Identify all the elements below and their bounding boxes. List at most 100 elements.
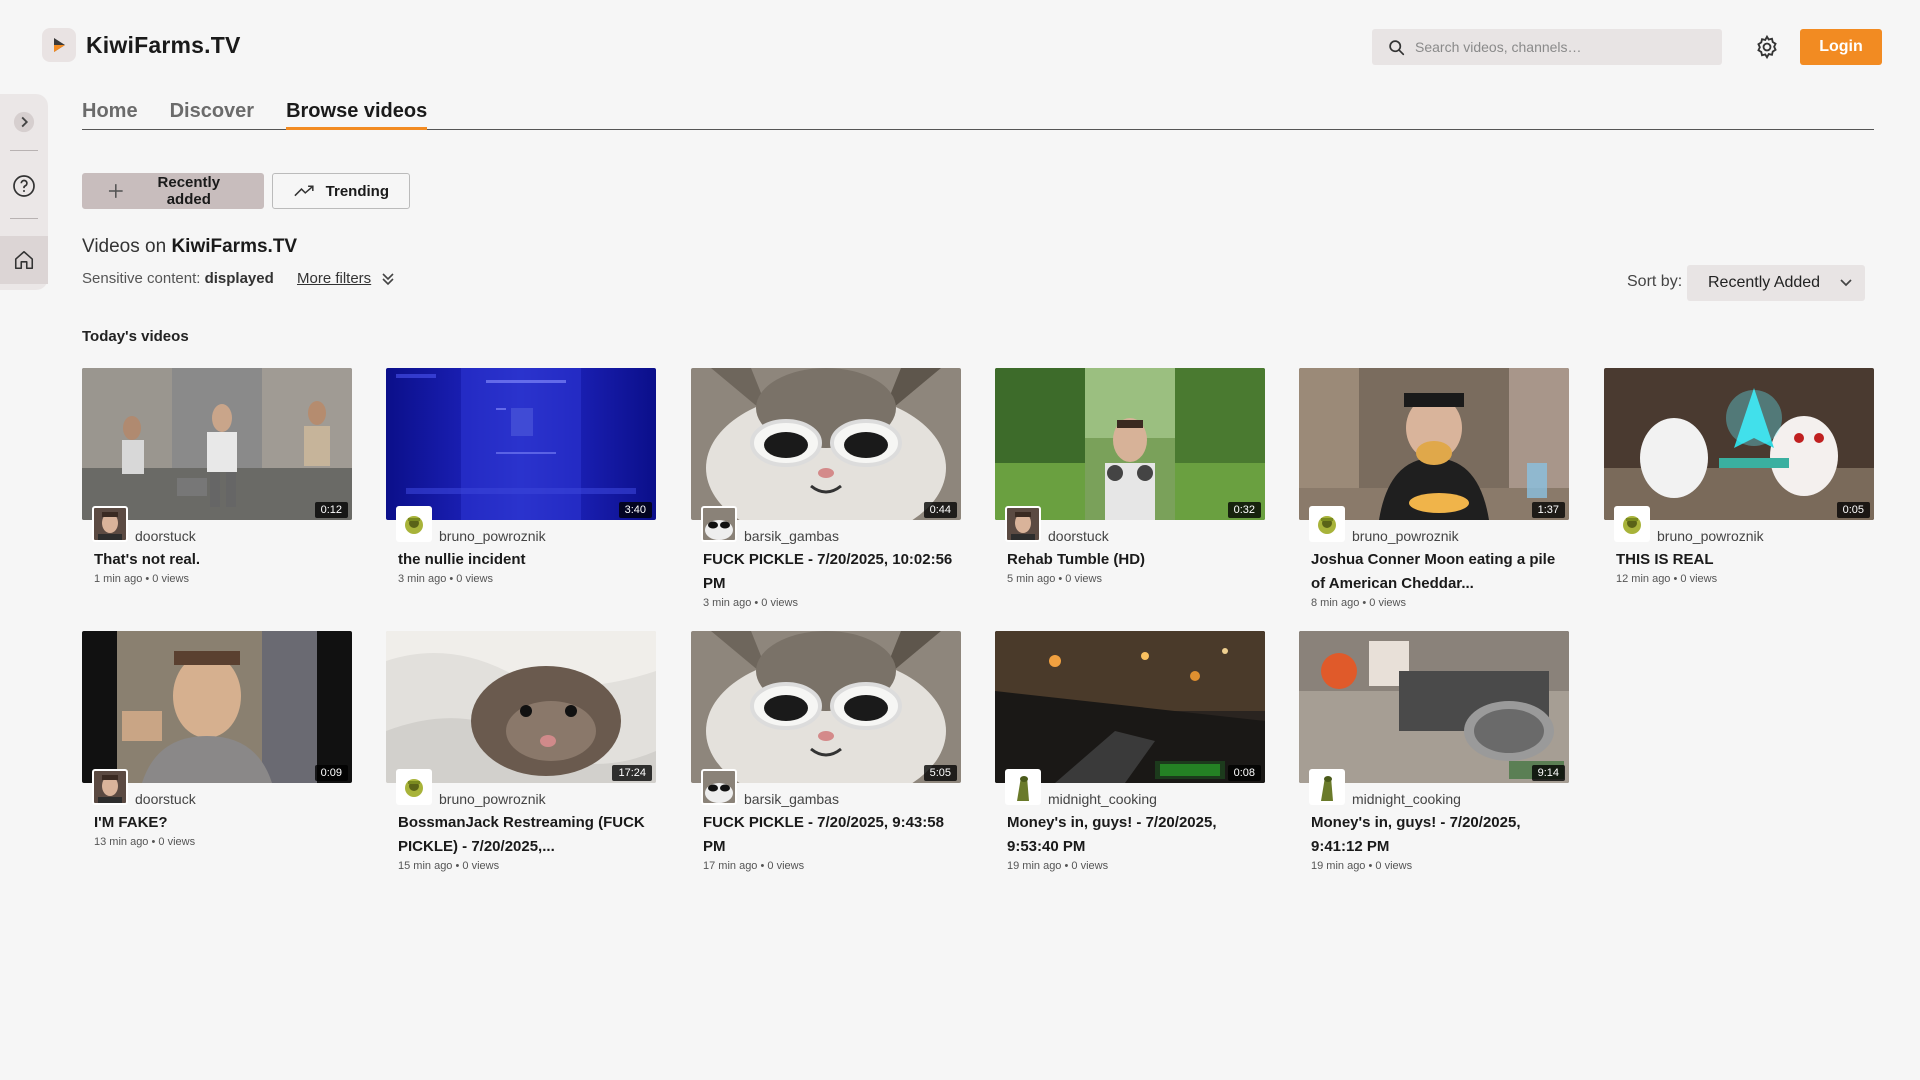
- search-input[interactable]: [1415, 39, 1705, 55]
- video-card[interactable]: 1:37 bruno_powroznik Joshua Conner Moon …: [1299, 368, 1569, 609]
- video-meta: 13 min ago • 0 views: [94, 836, 196, 848]
- video-title[interactable]: I'M FAKE?: [94, 811, 344, 835]
- recently-added-button[interactable]: Recently added: [82, 173, 264, 209]
- section-title: Today's videos: [82, 328, 189, 345]
- sidebar-expand-button[interactable]: [10, 108, 38, 136]
- channel-name[interactable]: doorstuck: [135, 528, 196, 544]
- video-thumbnail[interactable]: 0:05: [1604, 368, 1874, 520]
- video-card[interactable]: 0:44 barsik_gambas FUCK PICKLE - 7/20/20…: [691, 368, 961, 609]
- more-filters-link[interactable]: More filters: [297, 270, 395, 287]
- video-thumbnail[interactable]: 0:09: [82, 631, 352, 783]
- channel-avatar[interactable]: [1309, 506, 1345, 542]
- video-title[interactable]: Joshua Conner Moon eating a pile of Amer…: [1311, 548, 1561, 596]
- video-meta: 15 min ago • 0 views: [398, 860, 500, 872]
- video-duration: 3:40: [618, 502, 652, 518]
- video-duration: 0:09: [314, 765, 348, 781]
- channel-avatar[interactable]: [92, 506, 128, 542]
- help-icon: [13, 175, 35, 197]
- sort-select[interactable]: Recently Added: [1687, 265, 1865, 301]
- channel-name[interactable]: doorstuck: [135, 791, 196, 807]
- channel-name[interactable]: bruno_powroznik: [439, 791, 546, 807]
- video-thumbnail[interactable]: 0:08: [995, 631, 1265, 783]
- tab-browse-videos[interactable]: Browse videos: [286, 98, 428, 130]
- channel-avatar[interactable]: [1005, 769, 1041, 805]
- more-filters-label: More filters: [297, 270, 372, 287]
- video-thumbnail[interactable]: 5:05: [691, 631, 961, 783]
- channel-name[interactable]: bruno_powroznik: [439, 528, 546, 544]
- channel-name[interactable]: bruno_powroznik: [1657, 528, 1764, 544]
- video-duration: 0:05: [1836, 502, 1870, 518]
- video-title[interactable]: FUCK PICKLE - 7/20/2025, 10:02:56 PM: [703, 548, 953, 596]
- video-title[interactable]: Money's in, guys! - 7/20/2025, 9:53:40 P…: [1007, 811, 1257, 859]
- video-card[interactable]: 0:08 midnight_cooking Money's in, guys! …: [995, 631, 1265, 872]
- help-button[interactable]: [10, 172, 38, 200]
- channel-avatar[interactable]: [701, 506, 737, 542]
- videos-heading-site: KiwiFarms.TV: [171, 236, 298, 257]
- video-thumbnail[interactable]: 17:24: [386, 631, 656, 783]
- video-title[interactable]: Money's in, guys! - 7/20/2025, 9:41:12 P…: [1311, 811, 1561, 859]
- video-card[interactable]: 0:12 doorstuck That's not real. 1 min ag…: [82, 368, 352, 585]
- video-card[interactable]: 3:40 bruno_powroznik the nullie incident…: [386, 368, 656, 585]
- channel-name[interactable]: barsik_gambas: [744, 791, 839, 807]
- play-logo-icon: [42, 28, 76, 62]
- video-title[interactable]: That's not real.: [94, 548, 344, 572]
- video-thumbnail[interactable]: 3:40: [386, 368, 656, 520]
- channel-avatar[interactable]: [396, 769, 432, 805]
- channel-name[interactable]: midnight_cooking: [1352, 791, 1461, 807]
- sort-filter-buttons: Recently added Trending: [82, 173, 410, 209]
- video-title[interactable]: THIS IS REAL: [1616, 548, 1866, 572]
- video-title[interactable]: Rehab Tumble (HD): [1007, 548, 1257, 572]
- channel-avatar[interactable]: [1005, 506, 1041, 542]
- video-card[interactable]: 0:32 doorstuck Rehab Tumble (HD) 5 min a…: [995, 368, 1265, 585]
- trending-icon: [294, 185, 314, 197]
- channel-name[interactable]: barsik_gambas: [744, 528, 839, 544]
- chevron-right-icon: [13, 111, 35, 133]
- video-card[interactable]: 9:14 midnight_cooking Money's in, guys! …: [1299, 631, 1569, 872]
- video-card[interactable]: 17:24 bruno_powroznik BossmanJack Restre…: [386, 631, 656, 872]
- sidebar-divider: [10, 218, 38, 219]
- tab-home[interactable]: Home: [82, 98, 138, 130]
- video-meta: 3 min ago • 0 views: [398, 573, 493, 585]
- site-logo[interactable]: KiwiFarms.TV: [42, 28, 241, 62]
- recently-added-label: Recently added: [157, 174, 221, 208]
- videos-heading-prefix: Videos on: [82, 236, 167, 257]
- video-title[interactable]: the nullie incident: [398, 548, 648, 572]
- sidebar: [0, 94, 48, 290]
- video-meta: 17 min ago • 0 views: [703, 860, 805, 872]
- channel-avatar[interactable]: [1309, 769, 1345, 805]
- chevron-down-icon: [1840, 279, 1852, 287]
- channel-avatar[interactable]: [92, 769, 128, 805]
- video-thumbnail[interactable]: 0:12: [82, 368, 352, 520]
- sort-label: Sort by:: [1627, 273, 1683, 290]
- video-thumbnail[interactable]: 0:44: [691, 368, 961, 520]
- channel-name[interactable]: midnight_cooking: [1048, 791, 1157, 807]
- settings-gear-icon[interactable]: [1754, 34, 1780, 60]
- video-meta: 12 min ago • 0 views: [1616, 573, 1718, 585]
- site-name: KiwiFarms.TV: [86, 31, 241, 58]
- video-title[interactable]: BossmanJack Restreaming (FUCK PICKLE) - …: [398, 811, 648, 859]
- sidebar-item-home[interactable]: [0, 236, 48, 284]
- video-thumbnail[interactable]: 9:14: [1299, 631, 1569, 783]
- channel-avatar[interactable]: [396, 506, 432, 542]
- video-card[interactable]: 5:05 barsik_gambas FUCK PICKLE - 7/20/20…: [691, 631, 961, 872]
- video-meta: 19 min ago • 0 views: [1311, 860, 1413, 872]
- channel-avatar[interactable]: [701, 769, 737, 805]
- search-bar[interactable]: [1372, 29, 1722, 65]
- sensitive-value: displayed: [204, 270, 274, 287]
- channel-avatar[interactable]: [1614, 506, 1650, 542]
- video-meta: 3 min ago • 0 views: [703, 597, 798, 609]
- video-thumbnail[interactable]: 0:32: [995, 368, 1265, 520]
- channel-name[interactable]: bruno_powroznik: [1352, 528, 1459, 544]
- trending-button[interactable]: Trending: [272, 173, 410, 209]
- login-button[interactable]: Login: [1800, 29, 1882, 65]
- video-card[interactable]: 0:09 doorstuck I'M FAKE? 13 min ago • 0 …: [82, 631, 352, 848]
- tab-discover[interactable]: Discover: [170, 98, 255, 130]
- video-meta: 19 min ago • 0 views: [1007, 860, 1109, 872]
- video-meta: 1 min ago • 0 views: [94, 573, 189, 585]
- video-card[interactable]: 0:05 bruno_powroznik THIS IS REAL 12 min…: [1604, 368, 1874, 585]
- video-title[interactable]: FUCK PICKLE - 7/20/2025, 9:43:58 PM: [703, 811, 953, 859]
- video-duration: 0:08: [1227, 765, 1261, 781]
- video-thumbnail[interactable]: 1:37: [1299, 368, 1569, 520]
- video-meta: 8 min ago • 0 views: [1311, 597, 1406, 609]
- channel-name[interactable]: doorstuck: [1048, 528, 1109, 544]
